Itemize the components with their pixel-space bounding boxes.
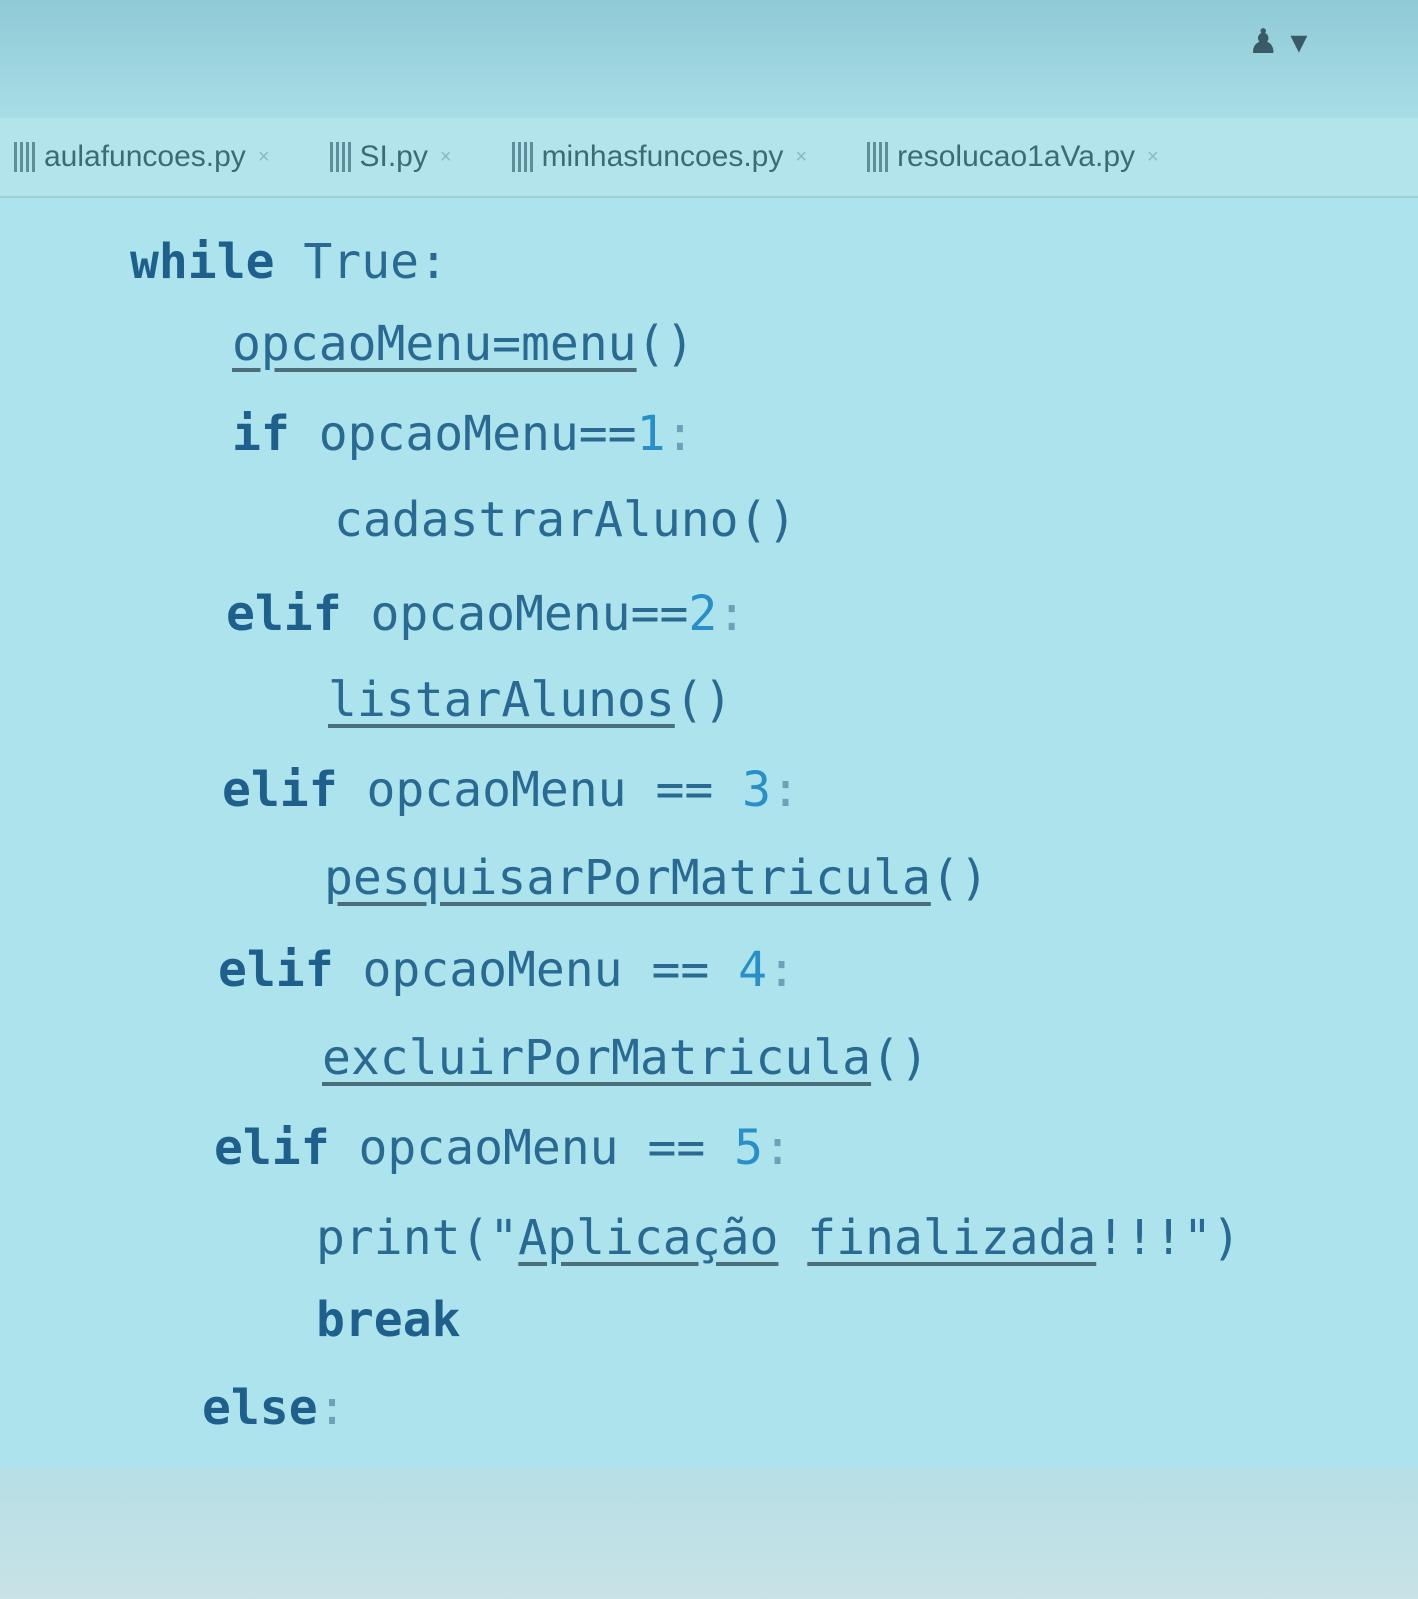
editor-tab-bar: aulafuncoes.py × SI.py × minhasfuncoes.p… [0, 118, 1418, 198]
close-icon[interactable]: × [1147, 146, 1159, 169]
tab-resolucao1ava[interactable]: resolucao1aVa.py × [867, 140, 1159, 174]
python-file-icon [14, 142, 36, 172]
python-file-icon [329, 142, 352, 172]
close-icon[interactable]: × [258, 146, 270, 169]
tab-label: SI.py [359, 140, 428, 173]
code-line: elif opcaoMenu == 4: [218, 942, 796, 998]
code-line: print("Aplicação finalizada!!!") [316, 1210, 1241, 1266]
tab-label: minhasfuncoes.py [541, 140, 784, 173]
tab-minhasfuncoes[interactable]: minhasfuncoes.py × [511, 140, 807, 174]
python-file-icon [511, 142, 534, 172]
code-line: while True: [130, 234, 448, 290]
close-icon[interactable]: × [795, 146, 807, 169]
close-icon[interactable]: × [440, 146, 452, 169]
tab-si[interactable]: SI.py × [329, 140, 452, 174]
code-line: elif opcaoMenu == 5: [214, 1120, 792, 1176]
window-title-bar: ♟ ▾ [0, 0, 1418, 118]
tab-label: aulafuncoes.py [44, 140, 246, 173]
code-line: if opcaoMenu==1: [232, 406, 695, 462]
code-line: elif opcaoMenu==2: [226, 586, 747, 642]
python-file-icon [867, 142, 890, 172]
code-line: pesquisarPorMatricula() [324, 850, 989, 906]
tab-label: resolucao1aVa.py [897, 140, 1135, 173]
code-line: elif opcaoMenu == 3: [222, 762, 800, 818]
code-editor[interactable]: while True: opcaoMenu=menu() if opcaoMen… [0, 198, 1418, 1468]
code-line: break [316, 1292, 461, 1348]
code-line: else: [202, 1380, 347, 1436]
user-menu-icon[interactable]: ♟ ▾ [1248, 22, 1307, 62]
status-bar [0, 1468, 1418, 1599]
code-line: listarAlunos() [328, 672, 733, 728]
code-line: excluirPorMatricula() [322, 1030, 929, 1086]
tab-aulafuncoes[interactable]: aulafuncoes.py × [14, 140, 270, 174]
code-line: opcaoMenu=menu() [232, 316, 695, 372]
code-line: cadastrarAluno() [334, 492, 797, 548]
